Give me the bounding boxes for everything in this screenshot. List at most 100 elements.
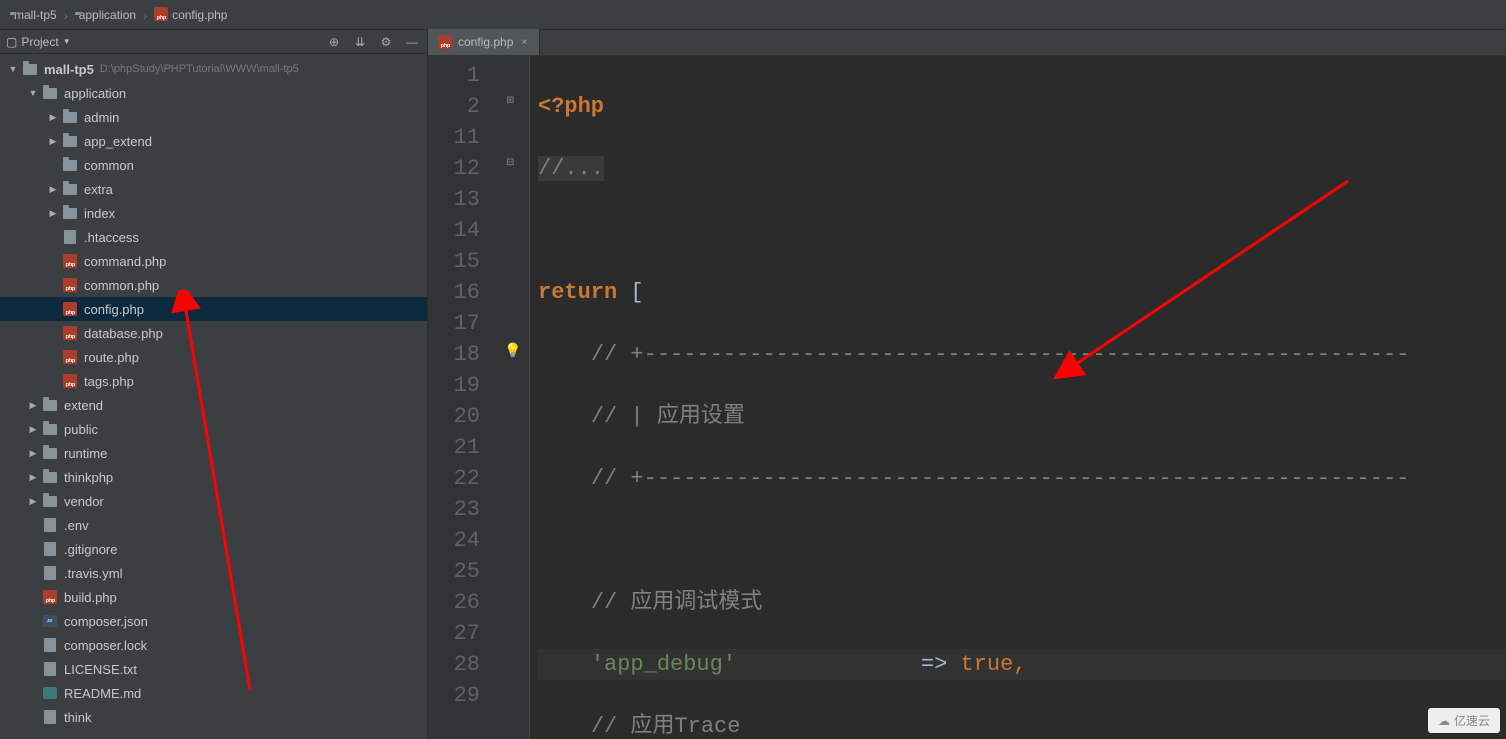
line-number: 28: [428, 649, 480, 680]
php-file-icon: [62, 325, 78, 341]
tree-row-think[interactable]: think: [0, 705, 427, 729]
json-file-icon: [42, 613, 58, 629]
code-token: // +------------------------------------…: [591, 342, 1410, 367]
sidebar-header: ▢ Project ▼ ⊕ ⇊ ⚙ —: [0, 30, 427, 54]
project-sidebar: ▢ Project ▼ ⊕ ⇊ ⚙ — ▼ mall-tp5 D:\phpStu…: [0, 30, 428, 739]
tree-row-extend[interactable]: ▶ extend: [0, 393, 427, 417]
lightbulb-icon[interactable]: 💡: [504, 342, 521, 359]
chevron-right-icon: [140, 10, 150, 20]
tree-row-extra[interactable]: ▶ extra: [0, 177, 427, 201]
tree-row-htaccess[interactable]: .htaccess: [0, 225, 427, 249]
tree-label: build.php: [64, 590, 117, 605]
tree-row-common-php[interactable]: common.php: [0, 273, 427, 297]
tree-label: route.php: [84, 350, 139, 365]
tree-row-gitignore[interactable]: .gitignore: [0, 537, 427, 561]
tree-label: .env: [64, 518, 89, 533]
code-content[interactable]: <?php //... return [ // +---------------…: [530, 56, 1506, 739]
chevron-right-icon[interactable]: ▶: [26, 422, 40, 436]
sidebar-title[interactable]: ▢ Project ▼: [6, 35, 71, 49]
tree-row-build[interactable]: build.php: [0, 585, 427, 609]
tree-row-vendor[interactable]: ▶ vendor: [0, 489, 427, 513]
file-icon: [42, 661, 58, 677]
folder-icon: [22, 61, 38, 77]
chevron-right-icon[interactable]: ▶: [46, 134, 60, 148]
project-icon: ▢: [6, 35, 17, 49]
chevron-right-icon[interactable]: ▶: [26, 494, 40, 508]
folder-icon: [62, 157, 78, 173]
tree-row-application[interactable]: ▼ application: [0, 81, 427, 105]
close-icon[interactable]: ×: [519, 37, 529, 47]
gear-icon[interactable]: ⚙: [377, 33, 395, 51]
php-file-icon: [154, 7, 168, 22]
chevron-right-icon[interactable]: ▶: [26, 398, 40, 412]
tree-label: extra: [84, 182, 113, 197]
tree-row-env[interactable]: .env: [0, 513, 427, 537]
line-number: 24: [428, 525, 480, 556]
chevron-down-icon[interactable]: ▼: [26, 86, 40, 100]
tree-row-database[interactable]: database.php: [0, 321, 427, 345]
project-tree[interactable]: ▼ mall-tp5 D:\phpStudy\PHPTutorial\WWW\m…: [0, 54, 427, 739]
tree-row-travis[interactable]: .travis.yml: [0, 561, 427, 585]
line-number: 13: [428, 184, 480, 215]
tree-row-composer-json[interactable]: composer.json: [0, 609, 427, 633]
chevron-right-icon[interactable]: ▶: [46, 182, 60, 196]
tree-label: vendor: [64, 494, 104, 509]
tree-row-thinkphp[interactable]: ▶ thinkphp: [0, 465, 427, 489]
line-number: 23: [428, 494, 480, 525]
file-icon: [42, 709, 58, 725]
collapse-icon[interactable]: ⇊: [351, 33, 369, 51]
tree-row-root[interactable]: ▼ mall-tp5 D:\phpStudy\PHPTutorial\WWW\m…: [0, 57, 427, 81]
locate-icon[interactable]: ⊕: [325, 33, 343, 51]
line-number: 15: [428, 246, 480, 277]
tree-label: composer.lock: [64, 638, 147, 653]
chevron-right-icon[interactable]: ▶: [46, 110, 60, 124]
chevron-right-icon[interactable]: ▶: [26, 470, 40, 484]
chevron-down-icon[interactable]: ▼: [6, 62, 20, 76]
tree-row-runtime[interactable]: ▶ runtime: [0, 441, 427, 465]
tree-row-route[interactable]: route.php: [0, 345, 427, 369]
gutter: 1 2 11 12 13 14 15 16 17 18 19 20 21 22 …: [428, 56, 498, 739]
code-area[interactable]: 1 2 11 12 13 14 15 16 17 18 19 20 21 22 …: [428, 56, 1506, 739]
tree-row-common[interactable]: common: [0, 153, 427, 177]
tree-row-public[interactable]: ▶ public: [0, 417, 427, 441]
line-number: 11: [428, 122, 480, 153]
file-icon: [42, 565, 58, 581]
tree-row-config[interactable]: config.php: [0, 297, 427, 321]
tree-label: public: [64, 422, 98, 437]
crumb-config[interactable]: config.php: [154, 7, 227, 22]
tree-row-composer-lock[interactable]: composer.lock: [0, 633, 427, 657]
chevron-right-icon[interactable]: ▶: [46, 206, 60, 220]
tree-row-app-extend[interactable]: ▶ app_extend: [0, 129, 427, 153]
fold-collapse-icon[interactable]: ⊟: [506, 157, 514, 168]
code-token: [: [617, 280, 643, 305]
hide-icon[interactable]: —: [403, 33, 421, 51]
tree-row-index[interactable]: ▶ index: [0, 201, 427, 225]
line-number: 25: [428, 556, 480, 587]
line-number: 22: [428, 463, 480, 494]
chevron-right-icon: [61, 10, 71, 20]
tree-row-command[interactable]: command.php: [0, 249, 427, 273]
tree-row-tags[interactable]: tags.php: [0, 369, 427, 393]
tree-label: extend: [64, 398, 103, 413]
php-file-icon: [62, 253, 78, 269]
line-number: 29: [428, 680, 480, 711]
code-token: ,: [1013, 652, 1026, 677]
tree-label: mall-tp5: [44, 62, 94, 77]
line-number: 18: [428, 339, 480, 370]
crumb-label: application: [79, 8, 136, 22]
tree-row-admin[interactable]: ▶ admin: [0, 105, 427, 129]
tree-row-readme[interactable]: README.md: [0, 681, 427, 705]
tree-label: .travis.yml: [64, 566, 123, 581]
crumb-root[interactable]: mall-tp5: [10, 8, 57, 22]
chevron-right-icon[interactable]: ▶: [26, 446, 40, 460]
fold-expand-icon[interactable]: ⊞: [506, 95, 514, 106]
folder-icon: [62, 109, 78, 125]
tree-row-license[interactable]: LICENSE.txt: [0, 657, 427, 681]
crumb-application[interactable]: application: [75, 8, 136, 22]
tab-config[interactable]: config.php ×: [428, 29, 540, 55]
line-number: 16: [428, 277, 480, 308]
code-token: // 应用调试模式: [591, 590, 763, 615]
tree-label: .htaccess: [84, 230, 139, 245]
file-icon: [42, 517, 58, 533]
code-token: 'app_debug': [591, 652, 736, 677]
